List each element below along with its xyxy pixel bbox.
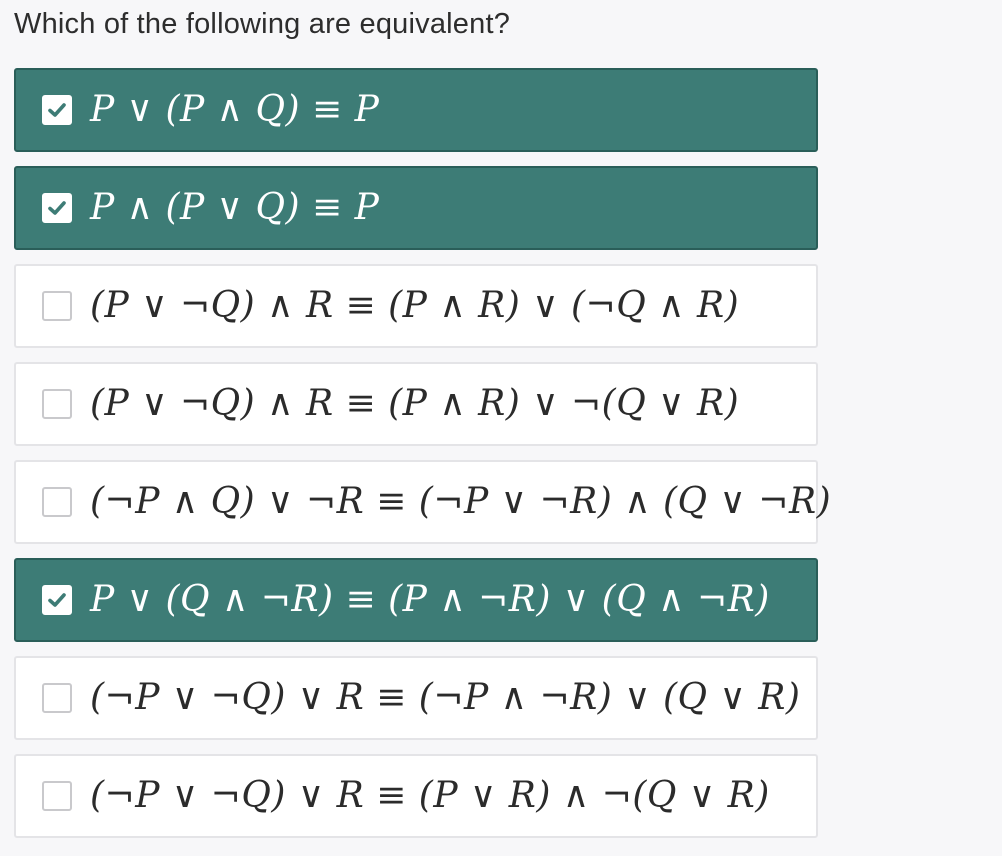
checkbox-unchecked[interactable] [42, 291, 72, 321]
answer-option-7[interactable]: (¬P ∨ ¬Q) ∨ R ≡ (¬P ∧ ¬R) ∨ (Q ∨ R) [14, 656, 818, 740]
checkbox-checked[interactable] [42, 193, 72, 223]
option-formula: (¬P ∨ ¬Q) ∨ R ≡ (¬P ∧ ¬R) ∨ (Q ∨ R) [90, 677, 801, 718]
checkmark-icon [47, 590, 67, 610]
checkbox-unchecked[interactable] [42, 487, 72, 517]
answer-option-4[interactable]: (P ∨ ¬Q) ∧ R ≡ (P ∧ R) ∨ ¬(Q ∨ R) [14, 362, 818, 446]
checkbox-checked[interactable] [42, 585, 72, 615]
option-formula: (¬P ∧ Q) ∨ ¬R ≡ (¬P ∨ ¬R) ∧ (Q ∨ ¬R) [90, 481, 832, 522]
option-formula: (P ∨ ¬Q) ∧ R ≡ (P ∧ R) ∨ (¬Q ∧ R) [90, 285, 740, 326]
answer-option-6[interactable]: P ∨ (Q ∧ ¬R) ≡ (P ∧ ¬R) ∨ (Q ∧ ¬R) [14, 558, 818, 642]
checkmark-icon [47, 100, 67, 120]
checkbox-unchecked[interactable] [42, 781, 72, 811]
answer-option-1[interactable]: P ∨ (P ∧ Q) ≡ P [14, 68, 818, 152]
answer-option-5[interactable]: (¬P ∧ Q) ∨ ¬R ≡ (¬P ∨ ¬R) ∧ (Q ∨ ¬R) [14, 460, 831, 544]
option-formula: (¬P ∨ ¬Q) ∨ R ≡ (P ∨ R) ∧ ¬(Q ∨ R) [90, 775, 770, 816]
option-formula: P ∨ (Q ∧ ¬R) ≡ (P ∧ ¬R) ∨ (Q ∧ ¬R) [90, 579, 770, 620]
question-title: Which of the following are equivalent? [14, 8, 511, 40]
checkbox-unchecked[interactable] [42, 683, 72, 713]
answer-options: P ∨ (P ∧ Q) ≡ P P ∧ (P ∨ Q) ≡ P (P ∨ ¬Q)… [14, 68, 831, 852]
option-formula: P ∨ (P ∧ Q) ≡ P [90, 89, 380, 130]
checkbox-checked[interactable] [42, 95, 72, 125]
option-formula: P ∧ (P ∨ Q) ≡ P [90, 187, 380, 228]
answer-option-2[interactable]: P ∧ (P ∨ Q) ≡ P [14, 166, 818, 250]
answer-option-3[interactable]: (P ∨ ¬Q) ∧ R ≡ (P ∧ R) ∨ (¬Q ∧ R) [14, 264, 818, 348]
answer-option-8[interactable]: (¬P ∨ ¬Q) ∨ R ≡ (P ∨ R) ∧ ¬(Q ∨ R) [14, 754, 818, 838]
checkbox-unchecked[interactable] [42, 389, 72, 419]
option-formula: (P ∨ ¬Q) ∧ R ≡ (P ∧ R) ∨ ¬(Q ∨ R) [90, 383, 740, 424]
checkmark-icon [47, 198, 67, 218]
